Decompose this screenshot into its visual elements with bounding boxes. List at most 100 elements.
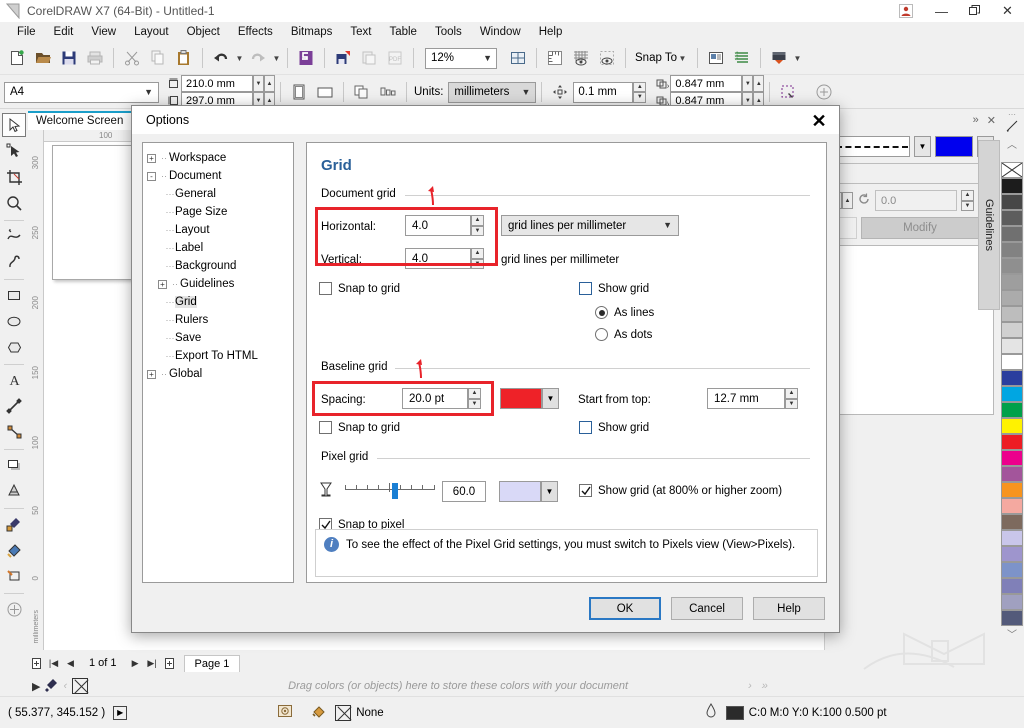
ellipse-tool[interactable]: [2, 309, 26, 333]
expander-plus-icon[interactable]: +: [158, 279, 167, 289]
baseline-show-grid-checkbox[interactable]: Show grid: [579, 421, 649, 434]
menu-layout[interactable]: Layout: [125, 24, 178, 40]
object-manager-icon[interactable]: [729, 45, 755, 71]
nudge-offset-input[interactable]: 0.1 mm: [573, 81, 634, 103]
page-width-spinner[interactable]: ▼ ▲: [253, 75, 275, 92]
vertical-ruler[interactable]: 300 250 200 150 100 50 0 millimeters: [28, 130, 44, 650]
tree-item-export-to-html[interactable]: ··· Export To HTML: [147, 347, 289, 365]
smart-fill-tool[interactable]: [2, 250, 26, 274]
tree-item-save[interactable]: ··· Save: [147, 329, 289, 347]
tree-item-workspace[interactable]: + ·· Workspace: [147, 149, 289, 167]
palette-swatch[interactable]: [1001, 610, 1023, 626]
palette-expand-icon[interactable]: ▶: [28, 680, 44, 693]
outline-pen-icon[interactable]: [704, 703, 718, 722]
pixel-grid-opacity-slider[interactable]: [345, 483, 435, 499]
show-guidelines-icon[interactable]: [594, 45, 620, 71]
show-grid-icon[interactable]: [568, 45, 594, 71]
menu-effects[interactable]: Effects: [229, 24, 282, 40]
palette-swatch[interactable]: [1001, 546, 1023, 562]
slider-thumb[interactable]: [392, 483, 398, 499]
nudge-offset-spinner[interactable]: ▲ ▼: [633, 81, 647, 103]
fill-none-icon[interactable]: [335, 704, 352, 721]
all-pages-icon[interactable]: [349, 79, 375, 105]
document-palette-icon[interactable]: [277, 703, 293, 722]
show-rulers-icon[interactable]: [542, 45, 568, 71]
pixel-show-grid-checkbox[interactable]: Show grid (at 800% or higher zoom): [579, 484, 782, 497]
palette-swatch[interactable]: [1001, 402, 1023, 418]
baseline-snap-to-grid-checkbox[interactable]: Snap to grid: [319, 421, 400, 434]
previous-page-icon[interactable]: ◀: [62, 655, 79, 672]
palette-prev-icon[interactable]: ‹: [58, 680, 72, 692]
rotation-spinner[interactable]: ▲ ▼: [961, 190, 974, 211]
corel-connect-icon[interactable]: [293, 45, 319, 71]
rotation-reset-icon[interactable]: [857, 192, 871, 209]
import-icon[interactable]: [330, 45, 356, 71]
as-dots-radio[interactable]: As dots: [595, 328, 652, 341]
rectangle-tool[interactable]: [2, 283, 26, 307]
application-launcher-icon[interactable]: [766, 45, 792, 71]
new-document-icon[interactable]: [4, 45, 30, 71]
ok-button[interactable]: OK: [589, 597, 661, 620]
palette-swatch[interactable]: [1001, 418, 1023, 434]
options-icon[interactable]: [703, 45, 729, 71]
edit-area-icon[interactable]: [775, 79, 801, 105]
menu-text[interactable]: Text: [341, 24, 380, 40]
freehand-tool[interactable]: [2, 224, 26, 248]
page-tab-page1[interactable]: Page 1: [183, 654, 241, 672]
line-color-swatch[interactable]: [935, 136, 973, 157]
save-icon[interactable]: [56, 45, 82, 71]
user-avatar-icon[interactable]: [899, 4, 913, 18]
crop-tool[interactable]: [2, 165, 26, 189]
snap-to-dropdown[interactable]: Snap To ▼: [631, 46, 692, 70]
tree-item-page-size[interactable]: ··· Page Size: [147, 203, 289, 221]
dialog-close-button[interactable]: ✕: [807, 110, 831, 132]
straight-line-connector-tool[interactable]: [2, 420, 26, 444]
zoom-level-combo[interactable]: 12% ▼: [425, 47, 497, 69]
outline-tool[interactable]: [2, 564, 26, 588]
tree-item-document[interactable]: - ·· Document: [147, 167, 289, 185]
last-page-icon[interactable]: ▶|: [144, 655, 161, 672]
palette-swatch[interactable]: [1001, 258, 1023, 274]
tree-item-general[interactable]: ··· General: [147, 185, 289, 203]
tree-item-grid[interactable]: ··· Grid: [147, 293, 289, 311]
start-from-top-input[interactable]: 12.7 mm: [707, 388, 785, 409]
interactive-fill-tool[interactable]: [2, 538, 26, 562]
expander-plus-icon[interactable]: +: [147, 369, 156, 379]
palette-swatch[interactable]: [1001, 450, 1023, 466]
tree-item-layout[interactable]: ··· Layout: [147, 221, 289, 239]
palette-swatch[interactable]: [1001, 578, 1023, 594]
palette-swatch[interactable]: [1001, 210, 1023, 226]
palette-swatch[interactable]: [1001, 226, 1023, 242]
duplicate-x-spinner[interactable]: ▼ ▲: [742, 75, 765, 92]
line-style-dropdown-icon[interactable]: ▼: [914, 136, 931, 157]
menu-file[interactable]: File: [8, 24, 45, 40]
first-page-icon[interactable]: |◀: [45, 655, 62, 672]
tree-item-guidelines[interactable]: + ·· Guidelines: [147, 275, 289, 293]
menu-window[interactable]: Window: [471, 24, 530, 40]
quick-customize-icon[interactable]: [811, 79, 837, 105]
no-color-icon[interactable]: [72, 678, 89, 694]
menu-view[interactable]: View: [82, 24, 125, 40]
modify-button[interactable]: Modify: [861, 217, 979, 239]
start-from-top-spinner[interactable]: ▲ ▼: [785, 388, 798, 409]
page-width-input[interactable]: 210.0 mm: [181, 75, 253, 92]
docker-list-pane[interactable]: [831, 245, 994, 415]
palette-swatch[interactable]: [1001, 562, 1023, 578]
landscape-orientation-icon[interactable]: [312, 79, 338, 105]
help-button[interactable]: Help: [753, 597, 825, 620]
add-page-before-icon[interactable]: [28, 655, 45, 672]
doc-snap-to-grid-checkbox[interactable]: Snap to grid: [319, 282, 400, 295]
tree-item-background[interactable]: ··· Background: [147, 257, 289, 275]
application-launcher-dropdown-icon[interactable]: ▼: [792, 45, 803, 71]
palette-swatch[interactable]: [1001, 370, 1023, 386]
palette-swatch[interactable]: [1001, 322, 1023, 338]
style-preset-combo[interactable]: ▼: [831, 163, 994, 184]
fill-color-icon[interactable]: [311, 703, 327, 722]
palette-swatch[interactable]: [1001, 466, 1023, 482]
menu-object[interactable]: Object: [178, 24, 229, 40]
polygon-tool[interactable]: [2, 335, 26, 359]
undo-icon[interactable]: [208, 45, 234, 71]
menu-table[interactable]: Table: [380, 24, 426, 40]
tree-item-global[interactable]: + ·· Global: [147, 365, 289, 383]
text-tool[interactable]: A: [2, 368, 26, 392]
